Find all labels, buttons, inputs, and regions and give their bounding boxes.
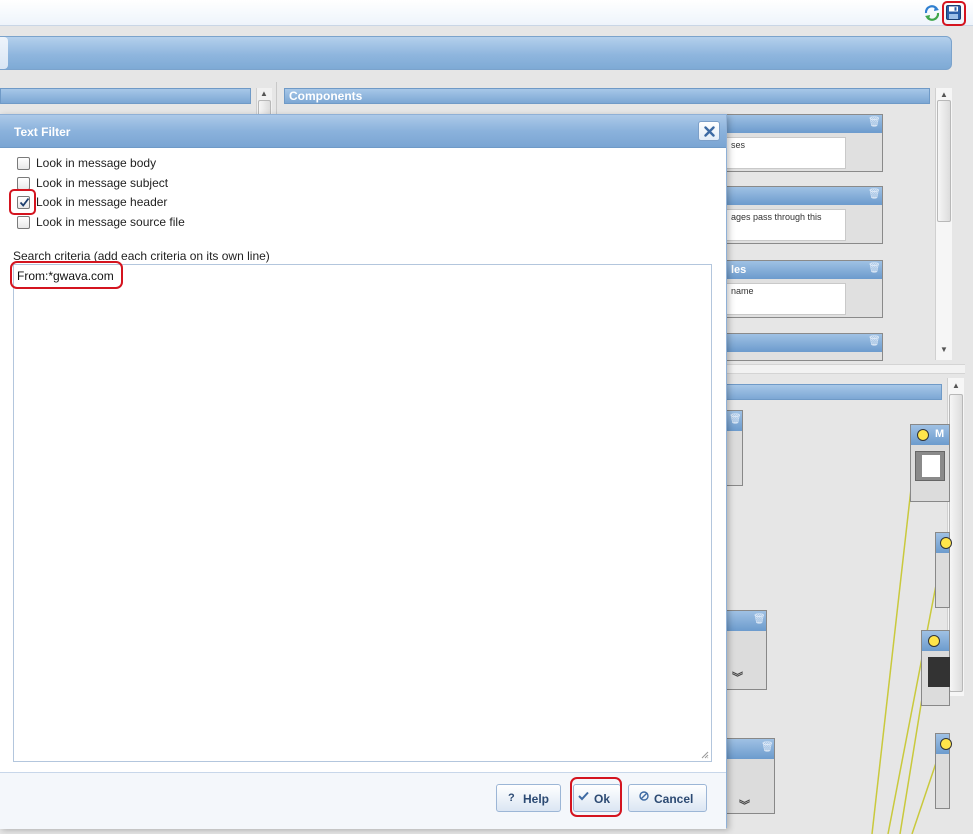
workflow-node[interactable]	[935, 532, 952, 608]
close-button[interactable]	[698, 121, 720, 141]
resize-grip-icon[interactable]	[701, 751, 709, 759]
checkmark-icon	[19, 197, 30, 207]
workflow-node-title: M	[935, 428, 945, 440]
workflow-node[interactable]: M	[910, 424, 950, 502]
help-button[interactable]: ? Help	[496, 784, 561, 812]
checkbox[interactable]	[17, 157, 30, 170]
trash-icon[interactable]: 🗑	[761, 742, 774, 754]
lightbulb-icon	[940, 738, 952, 750]
help-label: Help	[523, 792, 550, 806]
checkbox[interactable]	[17, 177, 30, 190]
cancel-label: Cancel	[654, 792, 694, 806]
lightbulb-icon	[917, 429, 929, 441]
email-at-icon	[928, 657, 950, 687]
checkbox[interactable]	[17, 216, 30, 229]
dialog-header: Text Filter	[0, 115, 726, 148]
lightbulb-icon	[928, 635, 940, 647]
ok-label: Ok	[594, 792, 611, 806]
ok-button[interactable]: Ok	[573, 784, 621, 812]
search-criteria-value: From:*gwava.com	[17, 269, 114, 283]
option-label: Look in message subject	[36, 176, 169, 190]
expand-chevron-icon[interactable]: ︾	[732, 669, 743, 685]
cancel-button[interactable]: Cancel	[628, 784, 707, 812]
workflow-node[interactable]: 🗑 ︾	[720, 738, 775, 814]
text-filter-dialog: Text Filter Look in message body Look in…	[0, 114, 727, 829]
trash-icon[interactable]: 🗑	[729, 414, 742, 426]
workflow-node[interactable]	[935, 733, 952, 809]
search-criteria-label: Search criteria (add each criteria on it…	[13, 249, 270, 263]
lightbulb-icon	[940, 537, 952, 549]
help-icon: ?	[508, 792, 515, 804]
option-label: Look in message source file	[36, 215, 185, 229]
checkbox-checked[interactable]	[17, 196, 30, 209]
dialog-title: Text Filter	[14, 125, 71, 139]
option-label: Look in message body	[36, 156, 157, 170]
close-icon	[704, 126, 715, 137]
trash-icon[interactable]: 🗑	[753, 614, 766, 626]
option-label: Look in message header	[36, 195, 168, 209]
search-criteria-input[interactable]: From:*gwava.com	[13, 264, 712, 762]
workflow-node[interactable]: 🗑 ︾	[720, 610, 767, 690]
cancel-icon	[639, 791, 649, 804]
workflow-node[interactable]	[921, 630, 950, 706]
expand-chevron-icon[interactable]: ︾	[739, 797, 750, 813]
checkmark-icon	[578, 791, 589, 804]
document-icon	[915, 451, 945, 481]
